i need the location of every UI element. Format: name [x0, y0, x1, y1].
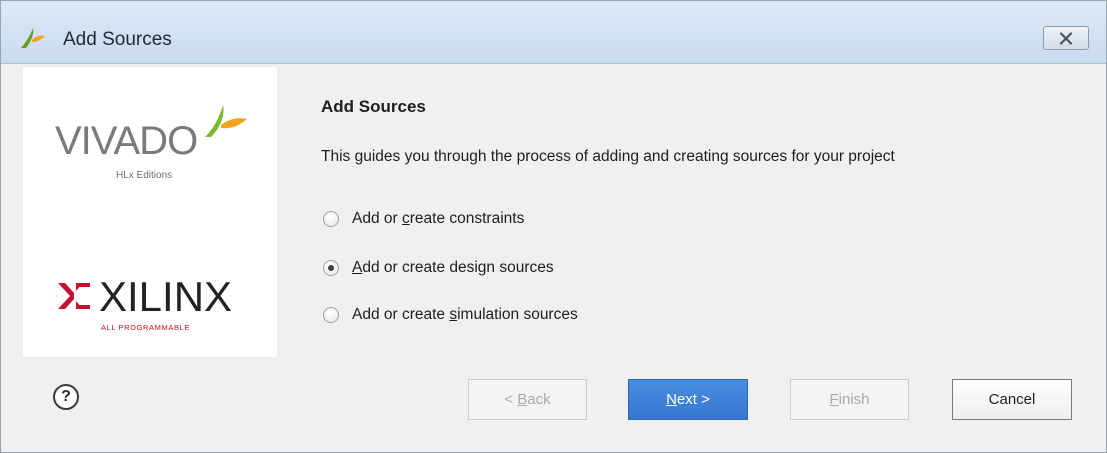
option-label: Add or create constraints: [352, 210, 525, 227]
close-button[interactable]: [1043, 26, 1089, 50]
vivado-leaf-icon: [203, 99, 251, 144]
help-icon: ?: [61, 388, 71, 405]
option-constraints[interactable]: Add or create constraints: [323, 208, 524, 230]
xilinx-logo-text: XILINX: [99, 273, 233, 320]
option-label: Add or create simulation sources: [352, 306, 578, 323]
xilinx-logo-mark: [56, 281, 92, 316]
page-description: This guides you through the process of a…: [321, 148, 895, 165]
option-simulation-sources[interactable]: Add or create simulation sources: [323, 304, 578, 326]
add-sources-dialog: Add Sources VIVADO HLx Editions XILINX A…: [0, 0, 1107, 453]
title-bar: Add Sources: [1, 1, 1106, 64]
radio-design-sources[interactable]: [323, 260, 339, 276]
next-button[interactable]: Next >: [628, 379, 748, 420]
xilinx-tagline: ALL PROGRAMMABLE: [101, 323, 190, 332]
close-icon: [1059, 32, 1073, 45]
help-button[interactable]: ?: [53, 384, 79, 410]
back-button[interactable]: < Back: [468, 379, 587, 420]
logo-panel: VIVADO HLx Editions XILINX ALL PROGRAMMA…: [23, 67, 277, 357]
vivado-leaf-icon: [18, 24, 48, 50]
window-title: Add Sources: [63, 29, 172, 50]
vivado-edition-text: HLx Editions: [116, 170, 173, 181]
radio-constraints[interactable]: [323, 211, 339, 227]
cancel-button[interactable]: Cancel: [952, 379, 1072, 420]
page-title: Add Sources: [321, 97, 426, 116]
option-label: Add or create design sources: [352, 259, 554, 276]
radio-simulation-sources[interactable]: [323, 307, 339, 323]
option-design-sources[interactable]: Add or create design sources: [323, 257, 554, 279]
vivado-logo-text: VIVADO: [55, 119, 198, 163]
finish-button[interactable]: Finish: [790, 379, 909, 420]
